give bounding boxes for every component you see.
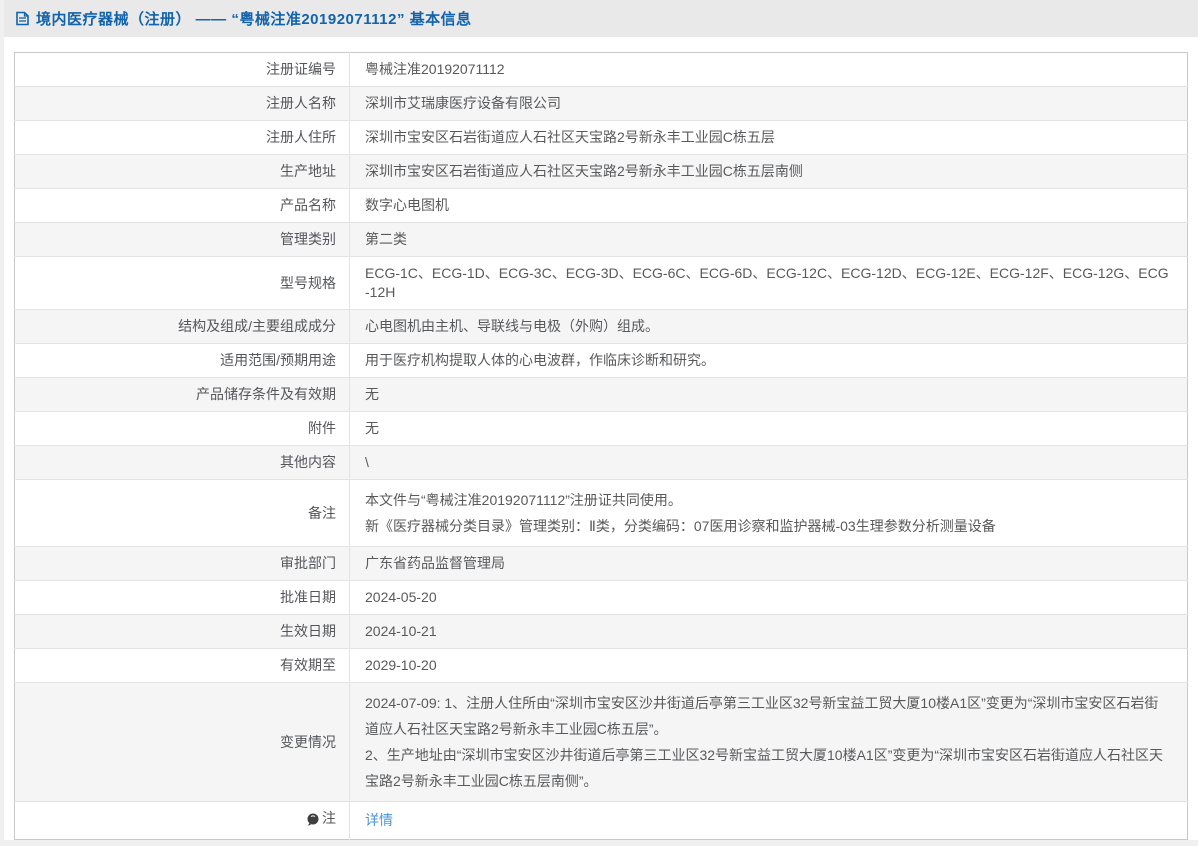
- row-label: 备注: [15, 480, 350, 547]
- table-row: 其他内容 \: [15, 446, 1188, 480]
- remark-line-1: 本文件与“粤械注准20192071112”注册证共同使用。: [365, 487, 1172, 513]
- change-line-1: 2024-07-09: 1、注册人住所由“深圳市宝安区沙井街道后亭第三工业区32…: [365, 690, 1172, 742]
- row-label: 审批部门: [15, 547, 350, 581]
- row-value: 广东省药品监督管理局: [350, 547, 1188, 581]
- row-value: 本文件与“粤械注准20192071112”注册证共同使用。 新《医疗器械分类目录…: [350, 480, 1188, 547]
- table-row: 产品储存条件及有效期 无: [15, 378, 1188, 412]
- remark-line-2: 新《医疗器械分类目录》管理类别：Ⅱ类，分类编码：07医用诊察和监护器械-03生理…: [365, 513, 1172, 539]
- lightbulb-icon: [305, 812, 320, 828]
- table-row: 注册证编号 粤械注准20192071112: [15, 53, 1188, 87]
- page-title: 境内医疗器械（注册） —— “粤械注准20192071112” 基本信息: [36, 8, 472, 29]
- table-row: 注册人名称 深圳市艾瑞康医疗设备有限公司: [15, 87, 1188, 121]
- row-label: 管理类别: [15, 223, 350, 257]
- table-row: 批准日期 2024-05-20: [15, 581, 1188, 615]
- page-container: 境内医疗器械（注册） —— “粤械注准20192071112” 基本信息 注册证…: [4, 0, 1198, 840]
- title-bar: 境内医疗器械（注册） —— “粤械注准20192071112” 基本信息: [4, 0, 1198, 37]
- row-label: 变更情况: [15, 683, 350, 802]
- row-value: ECG-1C、ECG-1D、ECG-3C、ECG-3D、ECG-6C、ECG-6…: [350, 257, 1188, 310]
- row-value: 心电图机由主机、导联线与电极（外购）组成。: [350, 310, 1188, 344]
- table-row-remark: 备注 本文件与“粤械注准20192071112”注册证共同使用。 新《医疗器械分…: [15, 480, 1188, 547]
- row-label: 注: [15, 802, 350, 840]
- table-row: 有效期至 2029-10-20: [15, 649, 1188, 683]
- row-value: 深圳市宝安区石岩街道应人石社区天宝路2号新永丰工业园C栋五层: [350, 121, 1188, 155]
- row-value: 粤械注准20192071112: [350, 53, 1188, 87]
- row-value: 无: [350, 412, 1188, 446]
- row-value: 深圳市宝安区石岩街道应人石社区天宝路2号新永丰工业园C栋五层南侧: [350, 155, 1188, 189]
- details-link[interactable]: 详情: [365, 812, 393, 828]
- note-label-text: 注: [322, 809, 336, 828]
- row-label: 注册证编号: [15, 53, 350, 87]
- table-container: 注册证编号 粤械注准20192071112 注册人名称 深圳市艾瑞康医疗设备有限…: [4, 37, 1198, 840]
- table-row: 注册人住所 深圳市宝安区石岩街道应人石社区天宝路2号新永丰工业园C栋五层: [15, 121, 1188, 155]
- change-line-2: 2、生产地址由“深圳市宝安区沙井街道后亭第三工业区32号新宝益工贸大厦10楼A1…: [365, 742, 1172, 794]
- row-value: 2024-07-09: 1、注册人住所由“深圳市宝安区沙井街道后亭第三工业区32…: [350, 683, 1188, 802]
- table-row: 型号规格 ECG-1C、ECG-1D、ECG-3C、ECG-3D、ECG-6C、…: [15, 257, 1188, 310]
- table-row-changes: 变更情况 2024-07-09: 1、注册人住所由“深圳市宝安区沙井街道后亭第三…: [15, 683, 1188, 802]
- row-label: 产品储存条件及有效期: [15, 378, 350, 412]
- table-row: 附件 无: [15, 412, 1188, 446]
- row-label: 附件: [15, 412, 350, 446]
- row-value: 第二类: [350, 223, 1188, 257]
- row-label: 生效日期: [15, 615, 350, 649]
- row-value: 无: [350, 378, 1188, 412]
- row-label: 生产地址: [15, 155, 350, 189]
- row-label: 批准日期: [15, 581, 350, 615]
- table-row: 适用范围/预期用途 用于医疗机构提取人体的心电波群，作临床诊断和研究。: [15, 344, 1188, 378]
- table-row: 结构及组成/主要组成成分 心电图机由主机、导联线与电极（外购）组成。: [15, 310, 1188, 344]
- table-row-note: 注 详情: [15, 802, 1188, 840]
- document-icon: [14, 10, 31, 27]
- row-value: 深圳市艾瑞康医疗设备有限公司: [350, 87, 1188, 121]
- row-value: 详情: [350, 802, 1188, 840]
- row-value: 2024-05-20: [350, 581, 1188, 615]
- table-row: 生效日期 2024-10-21: [15, 615, 1188, 649]
- row-value: \: [350, 446, 1188, 480]
- table-row: 生产地址 深圳市宝安区石岩街道应人石社区天宝路2号新永丰工业园C栋五层南侧: [15, 155, 1188, 189]
- row-value: 数字心电图机: [350, 189, 1188, 223]
- table-row: 管理类别 第二类: [15, 223, 1188, 257]
- row-value: 2024-10-21: [350, 615, 1188, 649]
- row-label: 适用范围/预期用途: [15, 344, 350, 378]
- row-label: 注册人住所: [15, 121, 350, 155]
- table-row: 产品名称 数字心电图机: [15, 189, 1188, 223]
- row-value: 用于医疗机构提取人体的心电波群，作临床诊断和研究。: [350, 344, 1188, 378]
- row-label: 结构及组成/主要组成成分: [15, 310, 350, 344]
- row-label: 其他内容: [15, 446, 350, 480]
- row-label: 型号规格: [15, 257, 350, 310]
- row-value: 2029-10-20: [350, 649, 1188, 683]
- row-label: 产品名称: [15, 189, 350, 223]
- table-row: 审批部门 广东省药品监督管理局: [15, 547, 1188, 581]
- registration-info-table: 注册证编号 粤械注准20192071112 注册人名称 深圳市艾瑞康医疗设备有限…: [14, 52, 1188, 840]
- row-label: 注册人名称: [15, 87, 350, 121]
- row-label: 有效期至: [15, 649, 350, 683]
